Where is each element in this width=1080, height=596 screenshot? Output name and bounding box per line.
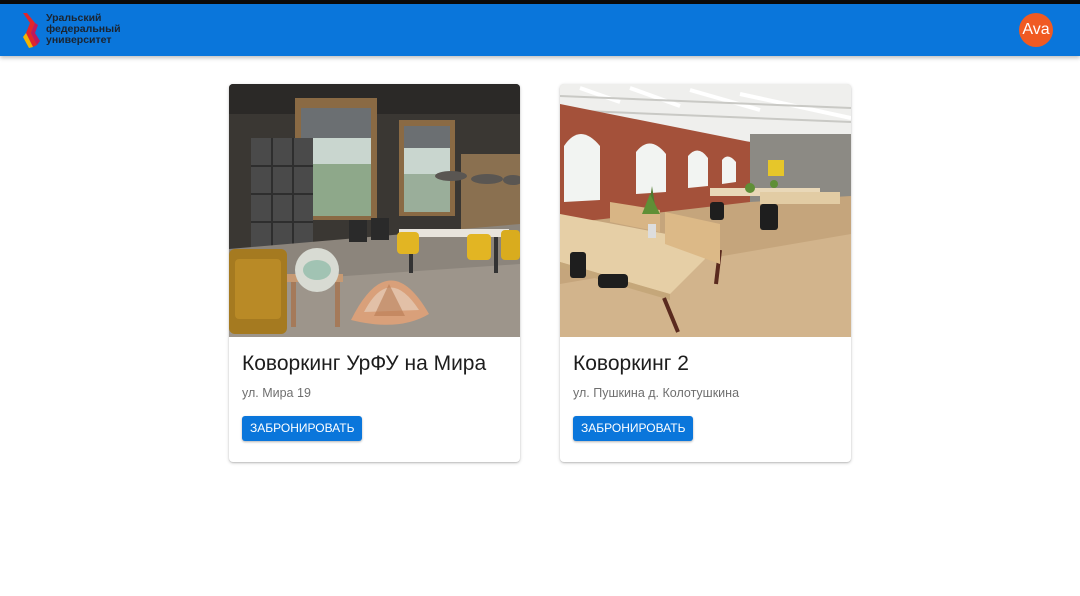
coworking-card-1: Коворкинг УрФУ на Мира ул. Мира 19 ЗАБРО… bbox=[229, 84, 520, 462]
coworking-photo-2 bbox=[560, 84, 851, 337]
urfu-logo-icon bbox=[23, 13, 40, 48]
coworking-photo-1 bbox=[229, 84, 520, 337]
coworking-card-2: Коворкинг 2 ул. Пушкина д. Колотушкина З… bbox=[560, 84, 851, 462]
logo-wordmark: Уральский федеральный университет bbox=[46, 13, 136, 46]
card-title: Коворкинг УрФУ на Мира bbox=[242, 352, 487, 375]
card-address: ул. Мира 19 bbox=[242, 386, 311, 400]
app-bar: Уральский федеральный университет Ava bbox=[0, 4, 1080, 56]
book-button[interactable]: ЗАБРОНИРОВАТЬ bbox=[242, 416, 363, 441]
user-avatar[interactable]: Ava bbox=[1019, 13, 1053, 47]
book-button[interactable]: ЗАБРОНИРОВАТЬ bbox=[573, 416, 694, 441]
logo-line-3: университет bbox=[46, 34, 112, 46]
urfu-logo[interactable]: Уральский федеральный университет bbox=[20, 11, 130, 49]
card-address: ул. Пушкина д. Колотушкина bbox=[573, 386, 740, 400]
card-title: Коворкинг 2 bbox=[573, 352, 689, 375]
